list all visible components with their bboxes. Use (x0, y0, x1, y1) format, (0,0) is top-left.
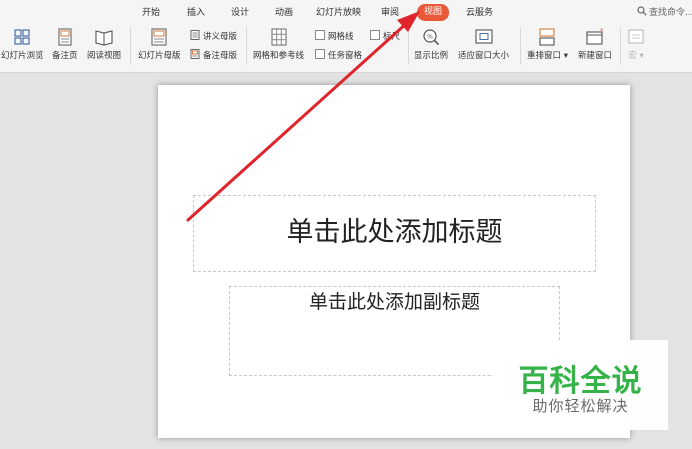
svg-text:*: * (600, 28, 604, 35)
grid-icon (271, 28, 286, 46)
slide-sorter-icon (14, 29, 30, 45)
ribbon-separator (408, 27, 409, 65)
reading-view-button[interactable]: 阅读视图 (87, 28, 121, 61)
slide-browse-label: 幻灯片浏览 (1, 51, 44, 61)
tab-insert[interactable]: 插入 (187, 5, 205, 21)
show-ratio-label: 显示比例 (414, 51, 449, 61)
handout-master-icon (190, 30, 200, 40)
fit-window-label: 适应窗口大小 (458, 51, 510, 61)
watermark-logo: 百科全说 助你轻松解决 (493, 340, 668, 430)
slide-master-label: 幻灯片母版 (138, 51, 181, 61)
ruler-label: 标尺 (383, 32, 401, 42)
ruler-checkbox[interactable]: 标尺 (370, 30, 400, 42)
slide-browse-button[interactable]: 幻灯片浏览 (1, 28, 44, 61)
ruler-check[interactable] (370, 30, 380, 40)
notes-master-label: 备注母版 (203, 51, 238, 61)
grid-guides-label: 网格和参考线 (253, 51, 305, 61)
notes-master-icon (190, 49, 200, 59)
tab-animation[interactable]: 动画 (275, 5, 293, 21)
task-pane-checkbox[interactable]: 任务窗格 (315, 49, 362, 61)
gridlines-label: 网格线 (328, 32, 354, 42)
slide-master-icon (151, 28, 167, 46)
tab-slideshow[interactable]: 幻灯片放映 (316, 5, 361, 21)
notes-page-button[interactable]: 备注页 (52, 28, 78, 61)
gridlines-checkbox[interactable]: 网格线 (315, 30, 354, 42)
gridlines-check[interactable] (315, 30, 325, 40)
ribbon-separator (520, 27, 521, 65)
macro-icon (628, 29, 644, 44)
notes-page-icon (58, 28, 72, 46)
tab-view[interactable]: 视图 (417, 4, 450, 21)
notes-master-button[interactable]: 备注母版 (190, 49, 237, 61)
tab-design[interactable]: 设计 (231, 5, 249, 21)
svg-text:%: % (427, 34, 433, 41)
show-ratio-button[interactable]: % 显示比例 (414, 28, 448, 61)
task-pane-check[interactable] (315, 49, 325, 59)
ribbon-separator (130, 27, 131, 65)
notes-page-label: 备注页 (52, 51, 78, 61)
new-window-icon: * (586, 28, 604, 45)
handout-master-label: 讲义母版 (203, 32, 238, 42)
new-window-label: 新建窗口 (578, 51, 613, 61)
ribbon: 开始 插入 设计 动画 幻灯片放映 审阅 视图 云服务 查找命令... 幻灯片浏… (0, 0, 692, 73)
watermark-subtitle: 助你轻松解决 (532, 397, 629, 415)
tab-cloud[interactable]: 云服务 (466, 5, 493, 21)
handout-master-button[interactable]: 讲义母版 (190, 30, 237, 42)
slide-master-button[interactable]: 幻灯片母版 (138, 28, 181, 61)
fit-window-button[interactable]: 适应窗口大小 (458, 28, 509, 61)
search-command[interactable]: 查找命令... (637, 5, 692, 21)
title-placeholder[interactable]: 单击此处添加标题 (193, 195, 596, 272)
watermark-title: 百科全说 (518, 364, 643, 399)
task-pane-label: 任务窗格 (328, 51, 363, 61)
open-book-icon (95, 30, 113, 46)
ribbon-separator (620, 27, 621, 65)
search-icon (637, 6, 647, 16)
tab-home[interactable]: 开始 (142, 5, 160, 21)
macro-label: 宏 ▾ (628, 51, 644, 61)
search-label: 查找命令... (649, 8, 692, 18)
new-window-button[interactable]: * 新建窗口 (578, 28, 612, 61)
zoom-percent-icon: % (423, 29, 440, 46)
arrange-window-button[interactable]: 重排窗口 ▾ (527, 28, 568, 61)
fit-window-icon (474, 29, 493, 44)
tab-review[interactable]: 审阅 (381, 5, 399, 21)
reading-view-label: 阅读视图 (87, 51, 122, 61)
arrange-window-icon (539, 28, 556, 46)
ribbon-separator (246, 27, 247, 65)
arrange-window-label: 重排窗口 ▾ (527, 51, 568, 61)
grid-guides-button[interactable]: 网格和参考线 (253, 28, 304, 61)
macro-button[interactable]: 宏 ▾ (626, 28, 646, 61)
